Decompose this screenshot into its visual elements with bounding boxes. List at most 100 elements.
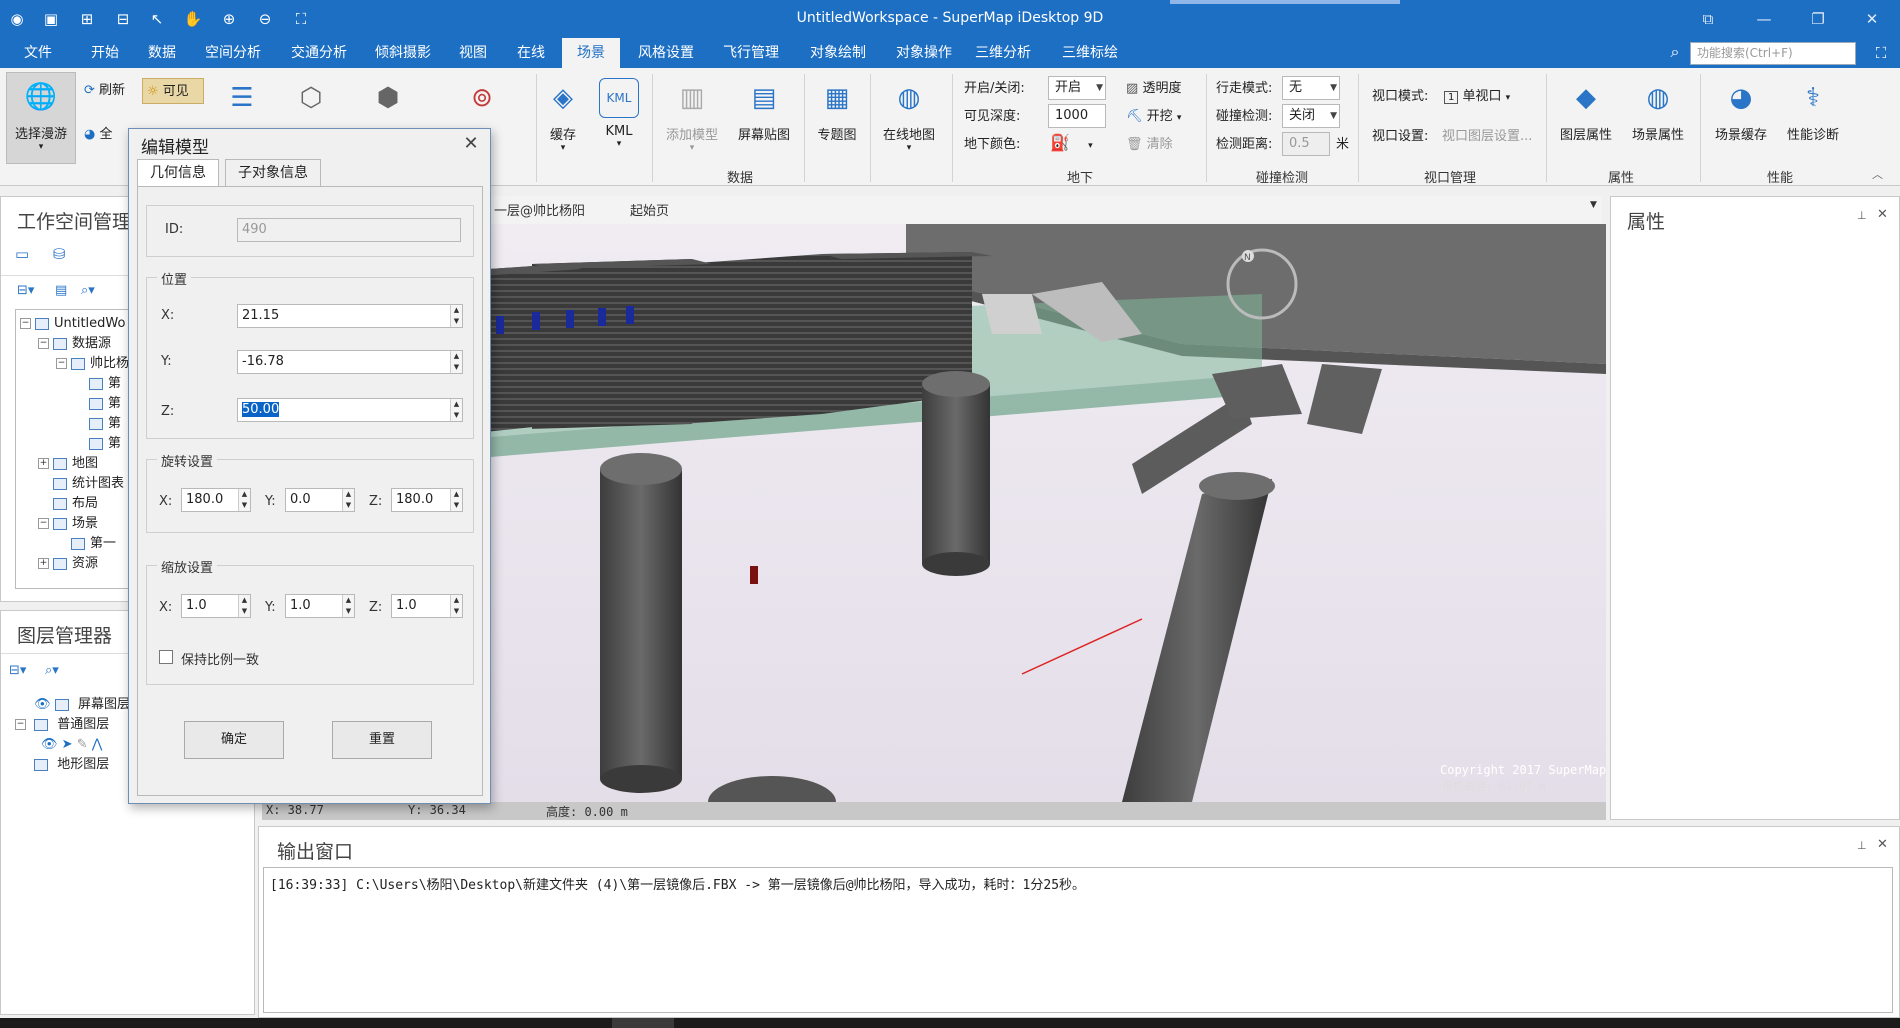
function-search-input[interactable]: 功能搜索(Ctrl+F) xyxy=(1690,42,1856,65)
menu-item[interactable]: 数据 xyxy=(136,38,188,68)
fullscreen-icon[interactable]: ⛶ xyxy=(1870,44,1892,64)
refresh-button[interactable]: ⟳ 刷新 xyxy=(84,80,125,102)
expand-icon[interactable]: + xyxy=(38,558,49,569)
full-extent-button[interactable]: ◕ 全 xyxy=(84,124,113,146)
pin-icon[interactable]: ⊥ xyxy=(1857,209,1867,222)
rotation-x-input[interactable]: 180.0 ▲ ▼ xyxy=(181,488,251,512)
menu-item[interactable]: 飞行管理 xyxy=(714,38,788,68)
tree-item[interactable]: 第一 xyxy=(56,534,116,553)
layer-row-terrain[interactable]: 地形图层 xyxy=(15,755,109,774)
spin-arrows-icon[interactable]: ▲ ▼ xyxy=(238,489,250,511)
tab-sub-object-info[interactable]: 子对象信息 xyxy=(225,159,321,187)
tab-geometry-info[interactable]: 几何信息 xyxy=(137,159,219,187)
menu-item[interactable]: 对象操作 xyxy=(884,38,964,68)
menu-item[interactable]: 三维分析 xyxy=(966,38,1040,68)
close-icon[interactable]: ✕ xyxy=(1877,837,1888,852)
snap-icon[interactable]: ⋀ xyxy=(92,737,103,752)
tree-item[interactable]: − 帅比杨 xyxy=(56,354,129,373)
tree-item[interactable]: 第 xyxy=(74,394,121,413)
close-icon[interactable]: ✕ xyxy=(460,133,482,154)
underground-onoff-select[interactable]: 开启 ▼ xyxy=(1048,76,1106,100)
screen-map-button[interactable]: ▤ 屏幕贴图 xyxy=(732,74,796,158)
online-map-button[interactable]: ◍ 在线地图 ▾ xyxy=(876,74,942,158)
spin-arrows-icon[interactable]: ▲ ▼ xyxy=(450,351,462,373)
excavate-button[interactable]: ⛏ 开挖 ▾ xyxy=(1126,106,1181,128)
tree-item[interactable]: − UntitledWo xyxy=(20,314,125,333)
transparency-button[interactable]: ▨ 透明度 xyxy=(1126,78,1181,100)
menu-item[interactable]: 在线 xyxy=(508,38,554,68)
collision-detect-select[interactable]: 关闭 ▼ xyxy=(1282,104,1340,128)
search-icon[interactable]: ⌕ xyxy=(1664,42,1686,64)
collapse-ribbon-icon[interactable]: ︿ xyxy=(1872,164,1883,186)
layer-row-model[interactable]: 👁 ➤ ✎ ⋀ xyxy=(41,735,102,754)
scale-z-input[interactable]: 1.0 ▲ ▼ xyxy=(391,594,463,618)
collapse-icon[interactable]: − xyxy=(38,518,49,529)
tree-item[interactable]: 统计图表 xyxy=(38,474,124,493)
spin-arrows-icon[interactable]: ▲ ▼ xyxy=(450,399,462,421)
select-arrow-icon[interactable]: ➤ xyxy=(62,737,73,752)
tree-item[interactable]: 第 xyxy=(74,434,121,453)
menu-item[interactable]: 对象绘制 xyxy=(798,38,878,68)
scene-properties-button[interactable]: ◍ 场景属性 xyxy=(1626,74,1690,158)
pin-icon[interactable]: ⊥ xyxy=(1857,839,1867,852)
reset-button[interactable]: 重置 xyxy=(332,721,432,759)
spin-arrows-icon[interactable]: ▲ ▼ xyxy=(450,595,462,617)
workspace-view-icon[interactable]: ▭ xyxy=(15,245,29,263)
eye-icon[interactable]: 👁 xyxy=(34,697,51,712)
open-dropdown-icon[interactable]: ⊟▾ xyxy=(9,663,26,678)
spin-arrows-icon[interactable]: ▲ ▼ xyxy=(450,489,462,511)
viewport-mode-select[interactable]: 1 单视口 ▾ xyxy=(1444,86,1510,108)
tree-item[interactable]: + 地图 xyxy=(38,454,98,473)
minimize-button[interactable]: — xyxy=(1746,6,1782,32)
menu-item[interactable]: 场景 xyxy=(562,38,620,68)
keep-ratio-checkbox[interactable] xyxy=(159,650,173,664)
collapse-icon[interactable]: − xyxy=(38,338,49,349)
tree-item[interactable]: 第 xyxy=(74,374,121,393)
tree-item[interactable]: − 场景 xyxy=(38,514,98,533)
menu-item[interactable]: 倾斜摄影 xyxy=(366,38,440,68)
eye-icon[interactable]: 👁 xyxy=(41,737,58,752)
performance-diagnosis-button[interactable]: ⚕ 性能诊断 xyxy=(1780,74,1846,158)
rotation-y-input[interactable]: 0.0 ▲ ▼ xyxy=(285,488,355,512)
layer-row-screen[interactable]: 👁 屏幕图层 xyxy=(15,695,130,714)
taskbar-active-item[interactable] xyxy=(612,1018,674,1028)
rotation-z-input[interactable]: 180.0 ▲ ▼ xyxy=(391,488,463,512)
output-log[interactable]: [16:39:33] C:\Users\杨阳\Desktop\新建文件夹 (4)… xyxy=(263,867,1893,1013)
spin-arrows-icon[interactable]: ▲ ▼ xyxy=(238,595,250,617)
tree-item[interactable]: + 资源 xyxy=(38,554,98,573)
viewport-layer-setting-button[interactable]: 视口图层设置... xyxy=(1442,126,1532,148)
database-icon[interactable]: ⛁ xyxy=(53,245,66,263)
expand-icon[interactable]: + xyxy=(38,458,49,469)
spin-arrows-icon[interactable]: ▲ ▼ xyxy=(450,305,462,327)
menu-item[interactable]: 风格设置 xyxy=(626,38,706,68)
search-icon[interactable]: ⌕▾ xyxy=(45,663,59,678)
clear-button[interactable]: 🗑 清除 xyxy=(1126,134,1173,156)
visible-toggle[interactable]: ☼ 可见 xyxy=(142,78,204,104)
tab-scene-layer[interactable]: 一层@帅比杨阳 xyxy=(494,200,585,219)
collapse-icon[interactable]: − xyxy=(20,318,31,329)
tab-list-dropdown-icon[interactable]: ▼ xyxy=(1590,200,1597,210)
tree-item[interactable]: 布局 xyxy=(38,494,98,513)
spin-arrows-icon[interactable]: ▲ ▼ xyxy=(342,595,354,617)
visible-depth-input[interactable]: 1000 xyxy=(1048,104,1106,128)
scale-y-input[interactable]: 1.0 ▲ ▼ xyxy=(285,594,355,618)
cache-button[interactable]: ◈ 缓存 ▾ xyxy=(542,74,584,158)
menu-item[interactable]: 三维标绘 xyxy=(1050,38,1130,68)
spin-arrows-icon[interactable]: ▲ ▼ xyxy=(342,489,354,511)
kml-button[interactable]: KML KML ▾ xyxy=(598,74,640,158)
position-z-input[interactable]: 50.00 ▲ ▼ xyxy=(237,398,463,422)
menu-item[interactable]: 视图 xyxy=(448,38,498,68)
menu-item[interactable]: 文件 xyxy=(20,38,56,68)
restore-layout-icon[interactable]: ⧉ xyxy=(1690,6,1726,32)
search-icon[interactable]: ⌕▾ xyxy=(81,283,95,298)
tab-start-page[interactable]: 起始页 xyxy=(630,200,669,219)
thematic-map-button[interactable]: ▦ 专题图 xyxy=(810,74,864,158)
detect-distance-input[interactable]: 0.5 xyxy=(1282,132,1330,156)
scene-cache-button[interactable]: ◕ 场景缓存 xyxy=(1708,74,1774,158)
tree-item[interactable]: − 数据源 xyxy=(38,334,111,353)
walk-mode-select[interactable]: 无 ▼ xyxy=(1282,76,1340,100)
ok-button[interactable]: 确定 xyxy=(184,721,284,759)
collapse-icon[interactable]: − xyxy=(56,358,67,369)
collapse-icon[interactable]: − xyxy=(15,719,26,730)
maximize-button[interactable]: ❐ xyxy=(1800,6,1836,32)
